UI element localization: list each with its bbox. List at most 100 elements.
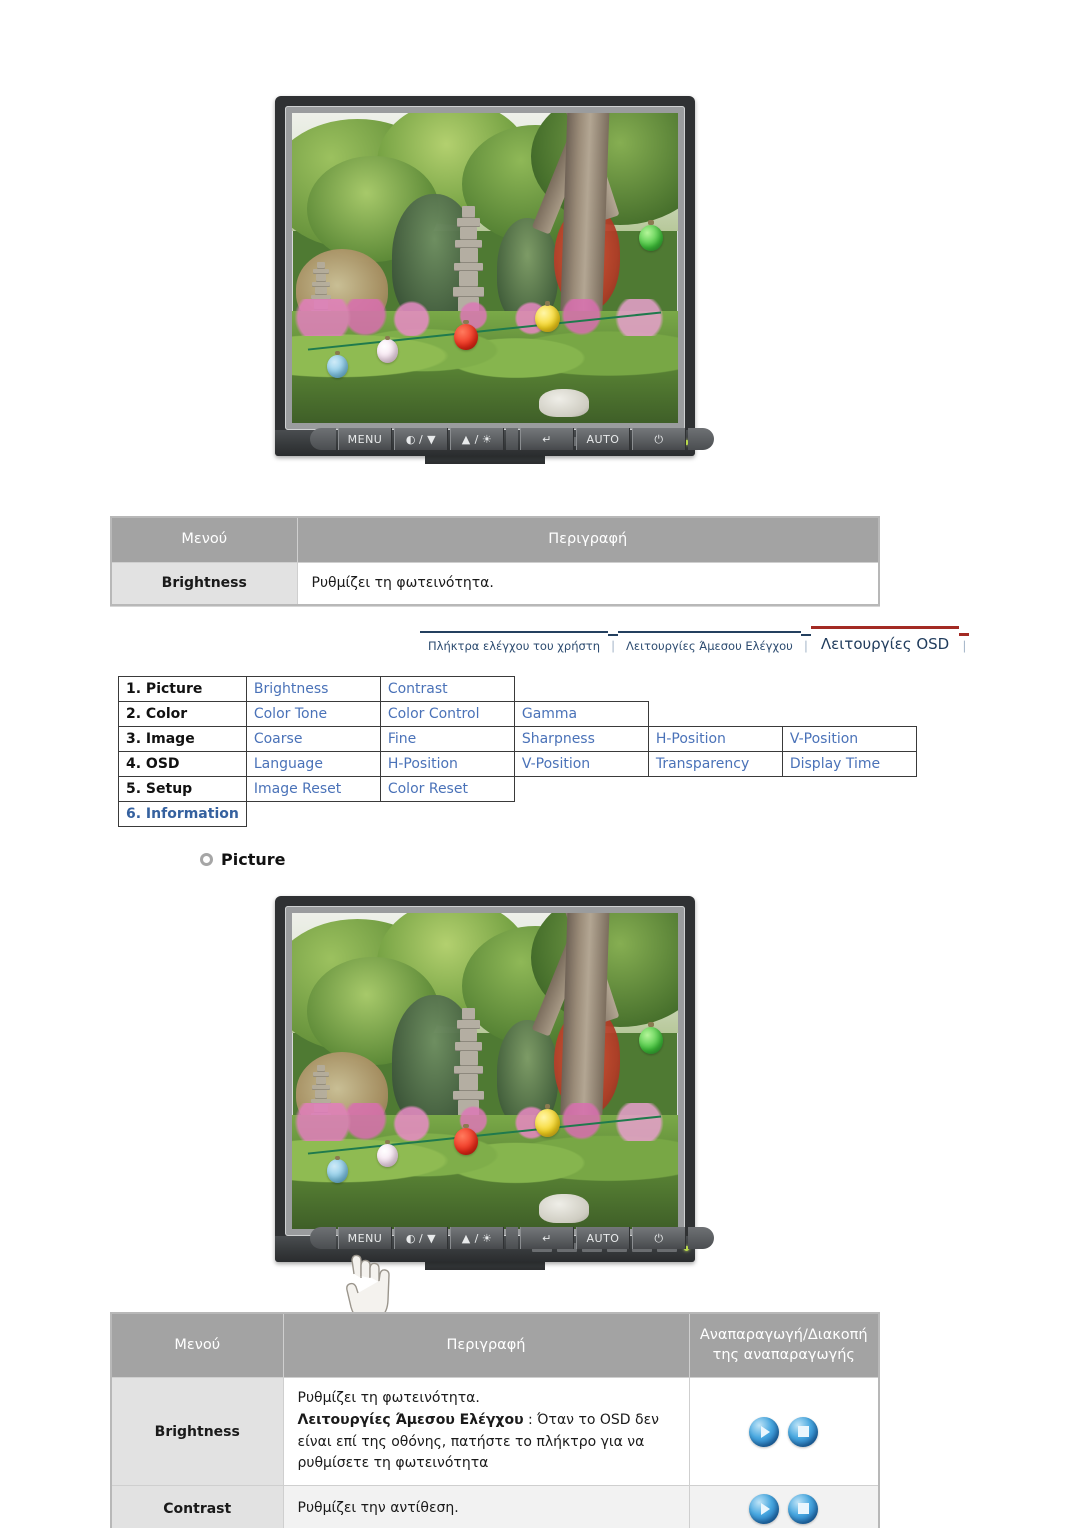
- lantern-blue: [326, 1155, 348, 1184]
- menu-grid-row: 6. Information: [118, 801, 917, 827]
- picture-functions-table: Μενού Περιγραφή Αναπαραγωγή/Διακοπή της …: [110, 1312, 880, 1528]
- header-menu: Μενού: [110, 516, 298, 563]
- bar-divider: [506, 428, 518, 450]
- section-heading-label: Picture: [221, 850, 286, 869]
- monitor-body: MENU▼▲↵AUTO⏻: [275, 896, 695, 1262]
- menu-category-information[interactable]: 6. Information: [118, 801, 247, 827]
- contrast-down-button[interactable]: / ▼: [394, 1227, 448, 1249]
- nav-separator: │: [800, 634, 811, 653]
- menu-item-contrast[interactable]: Contrast: [379, 676, 515, 702]
- row-media-controls: [688, 1377, 880, 1486]
- nav-separator: │: [959, 633, 970, 653]
- menu-category-setup[interactable]: 5. Setup: [118, 776, 247, 802]
- menu-item-fine[interactable]: Fine: [379, 726, 515, 752]
- bar-cap-left: [310, 1227, 336, 1249]
- enter-icon: [542, 1233, 552, 1244]
- control-button-bar-top: MENU / ▼ ▲ / AUTO: [310, 428, 714, 450]
- menu-item-transparency[interactable]: Transparency: [647, 751, 783, 777]
- menu-item-osd-h-position[interactable]: H-Position: [379, 751, 515, 777]
- enter-button[interactable]: [520, 428, 574, 450]
- table-header-row: Μενού Περιγραφή: [110, 516, 880, 563]
- grid-spacer: [514, 677, 648, 702]
- menu-item-color-reset[interactable]: Color Reset: [379, 776, 515, 802]
- menu-item-h-position[interactable]: H-Position: [647, 726, 783, 752]
- lantern-green: [639, 220, 664, 251]
- garden-photo: [292, 913, 678, 1229]
- stop-icon[interactable]: [788, 1493, 819, 1524]
- contrast-down-label: / ▼: [418, 432, 437, 446]
- menu-item-display-time[interactable]: Display Time: [781, 751, 917, 777]
- breadcrumb-nav: Πλήκτρα ελέγχου του χρήστη │ Λειτουργίες…: [420, 626, 970, 653]
- menu-item-color-control[interactable]: Color Control: [379, 701, 515, 727]
- menu-button[interactable]: MENU: [338, 1227, 392, 1249]
- menu-item-image-reset[interactable]: Image Reset: [245, 776, 381, 802]
- menu-button[interactable]: MENU: [338, 428, 392, 450]
- grid-spacer: [514, 802, 648, 827]
- menu-category-color[interactable]: 2. Color: [118, 701, 247, 727]
- menu-item-v-position[interactable]: V-Position: [781, 726, 917, 752]
- nav-item-direct-functions[interactable]: Λειτουργίες Άμεσου Ελέγχου: [618, 631, 801, 653]
- monitor-bezel: [285, 106, 685, 430]
- nav-item-user-controls[interactable]: Πλήκτρα ελέγχου του χρήστη: [420, 631, 609, 653]
- grid-spacer: [648, 702, 782, 727]
- desc-line-1: Ρυθμίζει τη φωτεινότητα.: [297, 1390, 480, 1407]
- enter-button[interactable]: [520, 1227, 574, 1249]
- menu-grid-row: 2. Color Color Tone Color Control Gamma: [118, 701, 917, 727]
- table-header-row: Μενού Περιγραφή Αναπαραγωγή/Διακοπή της …: [110, 1312, 880, 1379]
- menu-item-coarse[interactable]: Coarse: [245, 726, 381, 752]
- lantern-blue: [326, 351, 348, 379]
- row-description: Ρυθμίζει τη φωτεινότητα. Λειτουργίες Άμε…: [282, 1377, 690, 1486]
- bar-divider: [506, 1227, 518, 1249]
- menu-item-color-tone[interactable]: Color Tone: [245, 701, 381, 727]
- contrast-down-label: / ▼: [418, 1231, 437, 1245]
- stop-icon[interactable]: [788, 1416, 819, 1447]
- play-icon[interactable]: [749, 1416, 780, 1447]
- monitor-illustration-bottom: MENU▼▲↵AUTO⏻: [275, 896, 695, 1270]
- table-row: Brightness Ρυθμίζει τη φωτεινότητα.: [110, 561, 880, 606]
- power-icon: [654, 434, 663, 445]
- section-heading-picture: Picture: [200, 850, 285, 869]
- menu-item-sharpness[interactable]: Sharpness: [513, 726, 649, 752]
- power-button[interactable]: [632, 1227, 686, 1249]
- sun-icon: [482, 434, 492, 445]
- power-button[interactable]: [632, 428, 686, 450]
- grid-spacer: [782, 677, 916, 702]
- monitor-bezel: [285, 906, 685, 1236]
- garden-photo: [292, 113, 678, 423]
- garden-stone: [539, 388, 590, 417]
- menu-item-osd-v-position[interactable]: V-Position: [513, 751, 649, 777]
- play-icon[interactable]: [749, 1493, 780, 1524]
- menu-item-language[interactable]: Language: [245, 751, 381, 777]
- header-description: Περιγραφή: [296, 516, 880, 563]
- menu-item-brightness[interactable]: Brightness: [245, 676, 381, 702]
- auto-button[interactable]: AUTO: [576, 428, 630, 450]
- osd-menu-grid: 1. Picture Brightness Contrast 2. Color …: [118, 676, 917, 827]
- monitor-body: MENU▼▲↵AUTO⏻: [275, 96, 695, 456]
- row-media-controls: [688, 1484, 880, 1528]
- auto-button[interactable]: AUTO: [576, 1227, 630, 1249]
- monitor-stand-neck: [425, 1262, 545, 1270]
- grid-spacer: [514, 777, 648, 802]
- grid-spacer: [246, 802, 380, 827]
- brightness-up-button[interactable]: ▲ /: [450, 428, 504, 450]
- nav-item-osd-functions[interactable]: Λειτουργίες OSD: [810, 626, 960, 653]
- grid-spacer: [782, 802, 916, 827]
- grid-spacer: [782, 702, 916, 727]
- menu-grid-row: 5. Setup Image Reset Color Reset: [118, 776, 917, 802]
- menu-category-picture[interactable]: 1. Picture: [118, 676, 247, 702]
- sun-icon: [482, 1233, 492, 1244]
- row-menu-label: Brightness: [110, 561, 298, 606]
- bar-cap-right: [688, 428, 714, 450]
- ring-bullet-icon: [200, 853, 213, 866]
- brightness-up-button[interactable]: ▲ /: [450, 1227, 504, 1249]
- menu-category-osd[interactable]: 4. OSD: [118, 751, 247, 777]
- menu-item-gamma[interactable]: Gamma: [513, 701, 649, 727]
- grid-spacer: [380, 802, 514, 827]
- row-menu-label: Contrast: [110, 1484, 284, 1528]
- horizontal-rule: [110, 606, 880, 607]
- header-description: Περιγραφή: [282, 1312, 690, 1379]
- menu-category-image[interactable]: 3. Image: [118, 726, 247, 752]
- desc-bold-term: Λειτουργίες Άμεσου Ελέγχου: [297, 1411, 524, 1428]
- contrast-down-button[interactable]: / ▼: [394, 428, 448, 450]
- bar-cap-right: [688, 1227, 714, 1249]
